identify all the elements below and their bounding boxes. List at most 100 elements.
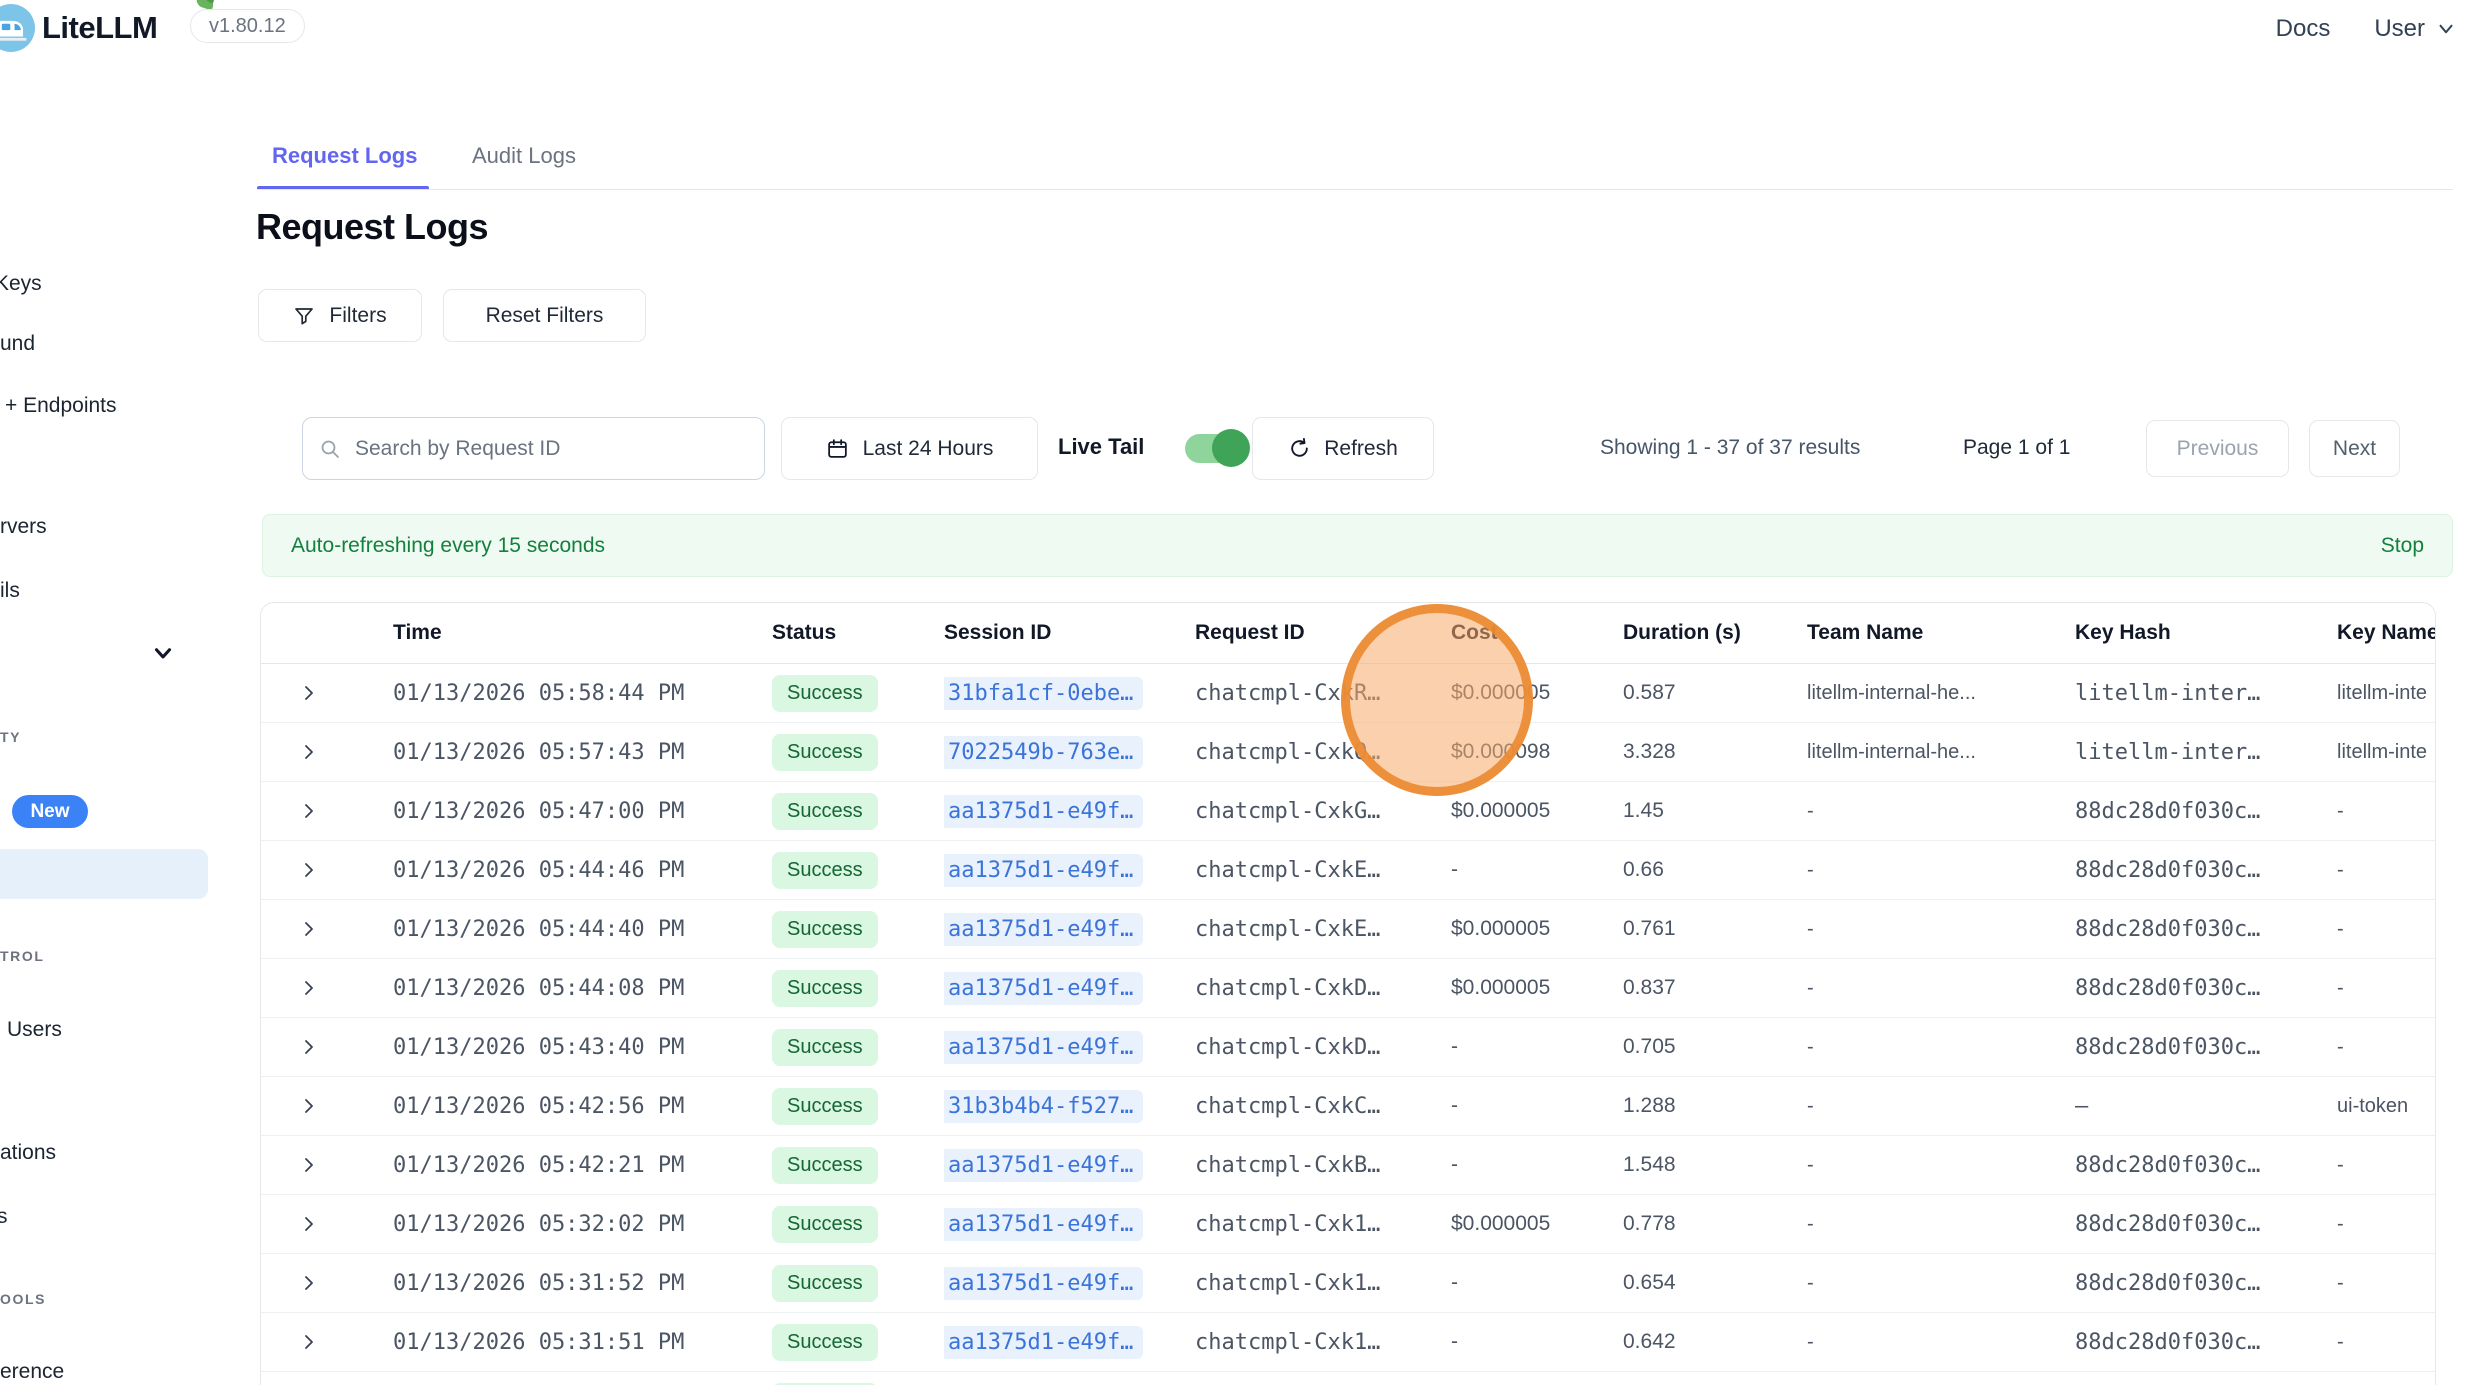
status-badge: Success (772, 1088, 878, 1125)
next-page-button[interactable]: Next (2309, 420, 2400, 477)
expand-row-button[interactable] (261, 1214, 393, 1234)
key-hash-cell: 88dc28d0f030c… (2075, 1153, 2337, 1178)
tab-request-logs[interactable]: Request Logs (272, 143, 417, 169)
team-name-cell: - (1807, 1272, 2075, 1295)
session-id-cell: aa1375d1-e49f… (944, 1267, 1195, 1300)
time-cell: 01/13/2026 05:44:40 PM (393, 917, 772, 942)
session-id-link[interactable]: aa1375d1-e49f… (944, 854, 1143, 887)
request-id-cell: chatcmpl-CxkG… (1195, 799, 1451, 824)
session-id-link[interactable]: aa1375d1-e49f… (944, 1208, 1143, 1241)
session-id-link[interactable]: 7022549b-763e… (944, 736, 1143, 769)
expand-row-button[interactable] (261, 1332, 393, 1352)
stop-auto-refresh-button[interactable]: Stop (2381, 534, 2424, 558)
key-name-cell: - (2337, 1272, 2435, 1295)
status-cell: Success (772, 1029, 944, 1066)
session-id-link[interactable]: aa1375d1-e49f… (944, 1149, 1143, 1182)
sidebar-item-organizations[interactable]: ations (0, 1141, 56, 1165)
search-input[interactable] (353, 436, 748, 462)
expand-row-button[interactable] (261, 978, 393, 998)
session-id-link[interactable]: 31b3b4b4-f527… (944, 1090, 1143, 1123)
expand-row-button[interactable] (261, 1155, 393, 1175)
expand-row-button[interactable] (261, 860, 393, 880)
key-name-cell: - (2337, 1331, 2435, 1354)
key-name-cell: - (2337, 800, 2435, 823)
key-name-cell: - (2337, 859, 2435, 882)
sidebar-item-reference[interactable]: erence (0, 1360, 64, 1384)
expand-row-button[interactable] (261, 683, 393, 703)
reset-filters-button[interactable]: Reset Filters (443, 289, 646, 342)
time-cell: 01/13/2026 05:44:46 PM (393, 858, 772, 883)
table-body: 01/13/2026 05:58:44 PM Success 31bfa1cf-… (261, 664, 2435, 1385)
refresh-button[interactable]: Refresh (1252, 417, 1434, 480)
team-name-cell: - (1807, 800, 2075, 823)
expand-row-button[interactable] (261, 1096, 393, 1116)
key-hash-cell: litellm-inter… (2075, 740, 2337, 765)
time-cell: 01/13/2026 05:44:08 PM (393, 976, 772, 1001)
status-badge: Success (772, 911, 878, 948)
duration-cell: 0.778 (1623, 1212, 1807, 1236)
request-id-cell: chatcmpl-Cxk1… (1195, 1330, 1451, 1355)
duration-cell: 3.328 (1623, 740, 1807, 764)
cost-cell: $0.000005 (1451, 799, 1623, 823)
team-name-cell: litellm-internal-he... (1807, 682, 2075, 705)
refresh-button-label: Refresh (1324, 437, 1398, 461)
team-name-cell: litellm-internal-he... (1807, 741, 2075, 764)
funnel-icon (293, 305, 315, 327)
session-id-link[interactable]: aa1375d1-e49f… (944, 972, 1143, 1005)
time-cell: 01/13/2026 05:47:00 PM (393, 799, 772, 824)
session-id-link[interactable]: aa1375d1-e49f… (944, 1031, 1143, 1064)
filters-button-label: Filters (329, 304, 386, 328)
team-name-cell: - (1807, 1095, 2075, 1118)
chevron-right-icon (299, 1096, 319, 1116)
table-row: 01/13/2026 05:42:56 PM Success 31b3b4b4-… (261, 1077, 2435, 1136)
sidebar-item-models-endpoints[interactable]: + Endpoints (5, 394, 117, 418)
status-badge: Success (772, 1029, 878, 1066)
time-range-button[interactable]: Last 24 Hours (781, 417, 1038, 480)
time-cell: 01/13/2026 05:31:51 PM (393, 1330, 772, 1355)
time-cell: 01/13/2026 05:58:44 PM (393, 681, 772, 706)
chevron-down-icon (2435, 18, 2457, 40)
table-row: 01/13/2026 05:58:44 PM Success 31bfa1cf-… (261, 664, 2435, 723)
main-content: Request Logs Audit Logs Request Logs Fil… (256, 58, 2477, 1385)
session-id-link[interactable]: aa1375d1-e49f… (944, 795, 1143, 828)
docs-link[interactable]: Docs (2276, 15, 2331, 43)
session-id-link[interactable]: 31bfa1cf-0ebe… (944, 677, 1143, 710)
auto-refresh-text: Auto-refreshing every 15 seconds (291, 534, 605, 558)
sidebar-item-teams[interactable]: s (0, 1205, 8, 1229)
status-cell: Success (772, 1324, 944, 1361)
sidebar-item-playground[interactable]: und (0, 332, 35, 356)
expand-row-button[interactable] (261, 742, 393, 762)
expand-row-button[interactable] (261, 919, 393, 939)
time-cell: 01/13/2026 05:43:40 PM (393, 1035, 772, 1060)
cost-cell: - (1451, 1153, 1623, 1177)
duration-cell: 0.837 (1623, 976, 1807, 1000)
expand-row-button[interactable] (261, 1273, 393, 1293)
sidebar-item-servers[interactable]: rvers (0, 515, 47, 539)
key-name-cell: - (2337, 1154, 2435, 1177)
live-tail-label: Live Tail (1058, 434, 1144, 460)
header-key-name: Key Name (2337, 621, 2435, 645)
session-id-link[interactable]: aa1375d1-e49f… (944, 913, 1143, 946)
table-row: 01/13/2026 05:44:40 PM Success aa1375d1-… (261, 900, 2435, 959)
live-tail-toggle[interactable] (1185, 434, 1247, 463)
user-menu[interactable]: User (2374, 15, 2457, 43)
filters-button[interactable]: Filters (258, 289, 422, 342)
session-id-link[interactable]: aa1375d1-e49f… (944, 1326, 1143, 1359)
sidebar-item-guardrails[interactable]: ils (0, 579, 20, 603)
expand-row-button[interactable] (261, 1037, 393, 1057)
cost-cell: $0.000098 (1451, 740, 1623, 764)
header-cost: Cost (1451, 621, 1623, 645)
request-id-cell: chatcmpl-CxkR… (1195, 681, 1451, 706)
key-hash-cell: 88dc28d0f030c… (2075, 1330, 2337, 1355)
sidebar-item-logs-selected[interactable] (0, 849, 208, 899)
header-key-hash: Key Hash (2075, 621, 2337, 645)
previous-page-button[interactable]: Previous (2146, 420, 2289, 477)
sidebar-item-users[interactable]: Users (7, 1018, 62, 1042)
tab-audit-logs[interactable]: Audit Logs (472, 143, 576, 169)
key-hash-cell: 88dc28d0f030c… (2075, 1035, 2337, 1060)
duration-cell: 1.288 (1623, 1094, 1807, 1118)
sidebar-collapse-chevron-icon[interactable] (150, 640, 176, 666)
expand-row-button[interactable] (261, 801, 393, 821)
session-id-link[interactable]: aa1375d1-e49f… (944, 1267, 1143, 1300)
sidebar-item-keys[interactable]: Keys (0, 272, 42, 296)
